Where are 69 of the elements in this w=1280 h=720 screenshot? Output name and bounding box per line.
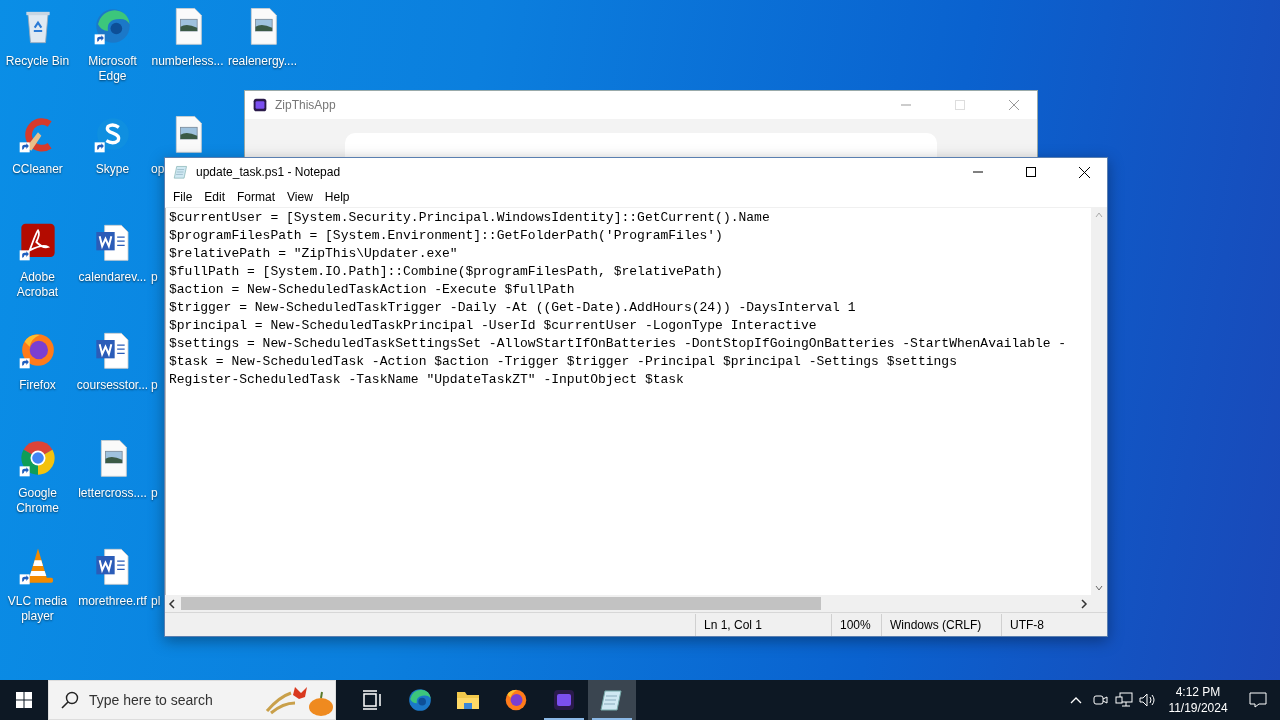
task-view-icon <box>361 689 383 711</box>
code-line: $currentUser = [System.Security.Principal.WindowsIdentity]::GetCurrent().Name <box>169 209 771 227</box>
icon-label: p <box>150 486 158 501</box>
fox-browser-icon <box>503 687 529 713</box>
status-text: UTF-8 <box>1001 613 1107 636</box>
close-icon[interactable] <box>1078 166 1090 178</box>
icon-label: pl <box>150 594 161 609</box>
code-line: $relativePath = "ZipThis\Updater.exe" <box>169 245 459 263</box>
search-placeholder: Type here to search <box>89 692 214 708</box>
icon-label: coursesstor... <box>76 378 149 393</box>
menu-item[interactable]: Format <box>231 187 282 206</box>
window-title: ZipThisApp <box>275 98 337 112</box>
window-title: update_task.ps1 - Notepad <box>196 165 342 179</box>
icon-label: calendarev... <box>78 270 147 285</box>
status-text: 100% <box>831 613 881 636</box>
status-text: Windows (CRLF) <box>881 613 1001 636</box>
scroll-thumb[interactable] <box>181 597 821 610</box>
chevron-up-icon[interactable] <box>1070 696 1082 704</box>
search-icon <box>61 691 79 709</box>
horizontal-scrollbar[interactable] <box>165 595 1107 612</box>
browser-logo-icon[interactable] <box>17 438 58 478</box>
maximize-icon[interactable] <box>1026 167 1036 177</box>
wave-browser-icon <box>407 687 433 713</box>
icon-label: op <box>150 162 165 177</box>
icon-label: VLC media player <box>6 594 69 624</box>
notepad-icon <box>599 687 625 713</box>
wave-browser-icon[interactable] <box>92 6 133 46</box>
code-line: $fullPath = [System.IO.Path]::Combine($programFilesPath, $relativePath) <box>169 263 724 281</box>
icon-label: Google Chrome <box>15 486 60 516</box>
notification-icon[interactable] <box>1249 692 1267 708</box>
icon-label: CCleaner <box>12 162 63 177</box>
search-field[interactable]: Type here to search <box>48 680 336 720</box>
app-icon <box>253 98 267 112</box>
volume-icon[interactable] <box>1139 692 1157 708</box>
windows-logo-icon <box>16 692 32 708</box>
camera-icon[interactable] <box>1092 692 1108 708</box>
icon-label: Microsoft Edge <box>87 54 138 84</box>
icon-label: morethree.rtf <box>78 594 147 609</box>
app-icon <box>553 689 575 711</box>
taskbar-app-button[interactable] <box>588 680 636 720</box>
status-text: Ln 1, Col 1 <box>695 613 831 636</box>
clock-date: 11/19/2024 <box>1168 700 1228 716</box>
menu-item[interactable]: Help <box>318 187 356 206</box>
menu-item[interactable]: File <box>167 187 199 206</box>
icon-label: realenergy.... <box>227 54 298 69</box>
vertical-scrollbar[interactable] <box>1091 208 1107 595</box>
icon-label: Firefox <box>19 378 56 393</box>
menu-item[interactable]: View <box>281 187 319 206</box>
clock-time: 4:12 PM <box>1175 684 1221 700</box>
icon-label: Skype <box>95 162 130 177</box>
icon-label: Recycle Bin <box>5 54 70 69</box>
pdf-logo-icon[interactable] <box>17 222 58 262</box>
code-line: $task = New-ScheduledTask -Action $action -Trigger $trigger -Principal $principal -Settings $settings <box>169 353 958 371</box>
code-line: $action = New-ScheduledTaskAction -Execute $fullPath <box>169 281 576 299</box>
code-line: $principal = New-ScheduledTaskPrincipal -UserId $currentUser -LogonType Interactive <box>169 317 818 335</box>
icon-label: lettercross.... <box>78 486 147 501</box>
notepad-icon <box>173 164 189 180</box>
code-line: Register-ScheduledTask -TaskName "UpdateTaskZT" -InputObject $task <box>169 371 685 389</box>
folder-icon <box>456 689 480 711</box>
icon-label: p <box>150 378 158 393</box>
icon-label: p <box>150 270 158 285</box>
network-icon[interactable] <box>1115 692 1133 708</box>
icon-label: numberless... <box>151 54 224 69</box>
icon-label: Adobe Acrobat <box>15 270 60 300</box>
code-line: $programFilesPath = [System.Environment]::GetFolderPath('ProgramFiles') <box>169 227 724 245</box>
code-line: $trigger = New-ScheduledTaskTrigger -Daily -At ((Get-Date).AddHours(24)) -DaysInterval 1 <box>169 299 857 317</box>
menu-item[interactable]: Edit <box>198 187 232 206</box>
clock[interactable]: 4:12 PM 11/19/2024 <box>1160 684 1236 716</box>
code-line: $settings = New-ScheduledTaskSettingsSet -AllowStartIfOnBatteries -DontStopIfGoingOnBatteries -StartWhenAvailable - <box>169 335 1068 353</box>
